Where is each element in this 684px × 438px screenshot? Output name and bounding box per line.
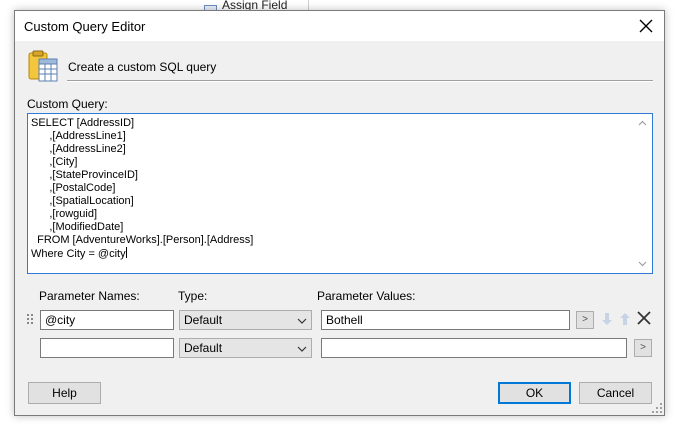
query-line: ,[City] bbox=[31, 156, 78, 168]
query-line: ,[AddressLine2] bbox=[31, 143, 126, 155]
query-editor-icon bbox=[26, 49, 60, 83]
header-description: Create a custom SQL query bbox=[68, 60, 217, 74]
parameter-type-value: Default bbox=[184, 313, 223, 327]
custom-query-label: Custom Query: bbox=[27, 97, 108, 111]
scroll-up-icon[interactable] bbox=[634, 115, 651, 132]
parameter-value-input[interactable]: Bothell bbox=[321, 310, 570, 330]
parameter-value-input[interactable] bbox=[321, 338, 627, 358]
header-separator bbox=[67, 80, 653, 82]
chevron-down-icon bbox=[297, 343, 307, 353]
parameter-value-more-button[interactable]: > bbox=[634, 339, 652, 357]
query-line: ,[StateProvinceID] bbox=[31, 169, 138, 181]
query-text[interactable]: SELECT [AddressID] ,[AddressLine1] ,[Add… bbox=[31, 117, 631, 261]
parameter-type-select[interactable]: Default bbox=[179, 310, 312, 330]
custom-query-editor-dialog: Custom Query Editor Create a custom SQL … bbox=[14, 10, 665, 416]
parameter-type-value: Default bbox=[184, 341, 223, 355]
parameter-name-input[interactable]: @city bbox=[40, 310, 174, 330]
parameter-value-more-button[interactable]: > bbox=[576, 311, 594, 329]
query-line: ,[PostalCode] bbox=[31, 182, 116, 194]
query-line: SELECT [AddressID] bbox=[31, 117, 135, 129]
drag-handle-icon[interactable] bbox=[27, 314, 33, 324]
chevron-down-icon bbox=[297, 315, 307, 325]
query-line: ,[rowguid] bbox=[31, 208, 98, 220]
query-line: Where City = @city bbox=[31, 248, 126, 260]
custom-query-textarea[interactable]: SELECT [AddressID] ,[AddressLine1] ,[Add… bbox=[27, 113, 653, 274]
parameter-type-select[interactable]: Default bbox=[179, 338, 312, 358]
parameter-values-header: Parameter Values: bbox=[317, 289, 416, 303]
query-scrollbar[interactable] bbox=[634, 115, 651, 272]
dialog-title: Custom Query Editor bbox=[24, 19, 146, 34]
cancel-button[interactable]: Cancel bbox=[579, 382, 652, 404]
parameter-name-input[interactable] bbox=[40, 338, 174, 358]
move-up-icon[interactable] bbox=[617, 311, 633, 327]
move-down-icon[interactable] bbox=[599, 311, 615, 327]
help-button[interactable]: Help bbox=[28, 382, 101, 404]
close-icon[interactable] bbox=[634, 14, 658, 38]
delete-icon[interactable] bbox=[636, 310, 652, 326]
query-line: ,[AddressLine1] bbox=[31, 130, 126, 142]
ok-button[interactable]: OK bbox=[498, 382, 571, 404]
scroll-down-icon[interactable] bbox=[634, 255, 651, 272]
type-header: Type: bbox=[178, 289, 208, 303]
text-caret bbox=[125, 247, 127, 258]
query-line: ,[ModifiedDate] bbox=[31, 221, 124, 233]
resize-grip-icon[interactable] bbox=[652, 403, 662, 413]
parameter-names-header: Parameter Names: bbox=[39, 289, 140, 303]
title-bar: Custom Query Editor bbox=[15, 11, 664, 41]
query-line: FROM [AdventureWorks].[Person].[Address] bbox=[31, 234, 254, 246]
query-line: ,[SpatialLocation] bbox=[31, 195, 134, 207]
